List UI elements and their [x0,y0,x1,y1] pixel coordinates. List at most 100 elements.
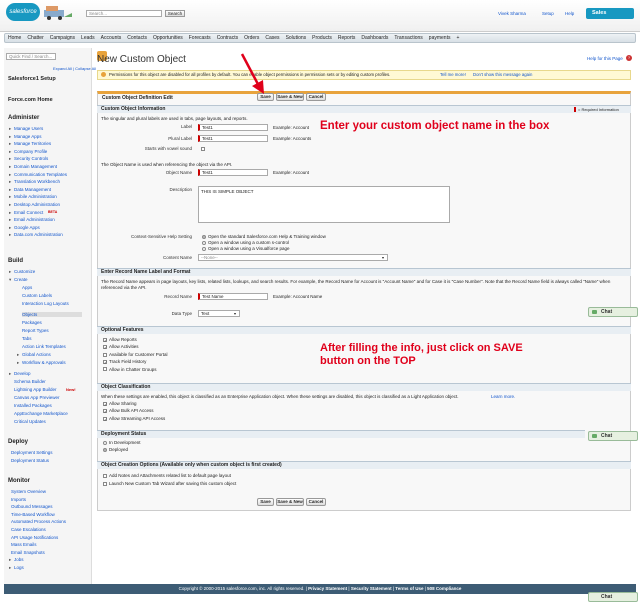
footer-link-security[interactable]: Security Statement [351,586,392,591]
sidebar-item-build-3[interactable]: Custom Labels [22,293,52,298]
optional-feature-4[interactable]: Allow in Chatter Groups [103,367,157,372]
help-option-visualforce[interactable]: Open a window using a Visualforce page [202,246,289,251]
tab-forecasts[interactable]: Forecasts [189,34,211,42]
optional-feature-1[interactable]: ✓ Allow Activities [103,344,139,350]
tab-contracts[interactable]: Contracts [217,34,238,42]
help-for-page-link[interactable]: Help for this Page [587,56,623,61]
sidebar-item-monitor_items-5[interactable]: Case Escalations [11,527,46,532]
description-textarea[interactable]: THIS IS SIMPLE OBJECT [198,186,450,223]
save-new-button-top[interactable]: Save & New [276,93,304,101]
classification-option-0[interactable]: ✓ Allow Sharing [103,401,137,406]
sidebar-item-deploy_items-0[interactable]: Deployment Settings [11,450,53,455]
checkbox[interactable]: ✓ [103,360,107,365]
content-name-select[interactable]: --None-- [198,254,388,261]
user-menu[interactable]: Vivek Sharma [498,11,526,16]
sidebar-item-build-15[interactable]: Canvas App Previewer [14,395,60,400]
tab-solutions[interactable]: Solutions [286,34,307,42]
global-search-input[interactable]: Search... [86,10,162,17]
classification-option-1[interactable]: ✓ Allow Bulk API Access [103,408,154,414]
help-option-scontrol[interactable]: Open a window using a custom s-control [202,240,289,245]
checkbox[interactable] [103,367,107,372]
sidebar-item-monitor_items-10[interactable]: ▸ Logs [9,565,24,570]
global-search-button[interactable]: Search [165,10,185,17]
sidebar-item-administer_items-8[interactable]: ▸ Data Management [9,187,51,192]
tab-home[interactable]: Home [8,34,21,42]
optional-feature-2[interactable]: Available for Customer Portal [103,352,167,357]
tab-leads[interactable]: Leads [81,34,95,42]
setup-link[interactable]: Setup [542,11,554,16]
sidebar-item-build-18[interactable]: Critical Updates [14,419,46,424]
salesforce1-setup-title[interactable]: Salesforce1 Setup [8,76,56,82]
checkbox[interactable] [103,352,107,357]
tab-accounts[interactable]: Accounts [101,34,122,42]
sidebar-item-administer_items-9[interactable]: ▸ Mobile Administration [9,194,57,199]
sidebar-item-monitor_items-2[interactable]: Outbound Messages [11,504,53,509]
sidebar-item-build-14[interactable]: Lightning App Builder [14,387,57,392]
sidebar-item-administer_items-10[interactable]: ▸ Desktop Administration [9,202,60,207]
learn-more-link[interactable]: Learn more. [491,394,515,399]
sidebar-item-administer_items-7[interactable]: ▸ Translation Workbench [9,179,60,184]
sidebar-item-monitor_items-4[interactable]: Automated Process Actions [11,519,66,524]
sidebar-item-monitor_items-7[interactable]: Mass Emails [11,542,37,547]
sidebar-item-administer_items-13[interactable]: ▸ Google Apps [9,225,40,230]
tab-products[interactable]: Products [312,34,332,42]
sidebar-item-administer_items-2[interactable]: ▸ Manage Territories [9,141,51,146]
sidebar-item-administer_items-5[interactable]: ▸ Domain Management [9,164,57,169]
sidebar-item-monitor_items-9[interactable]: ▸ Jobs [9,557,24,562]
checkbox[interactable]: ✓ [103,409,107,414]
sidebar-item-monitor_items-8[interactable]: Email Snapshots [11,550,45,555]
tab-reports[interactable]: Reports [338,34,356,42]
creation-option-notes[interactable]: Add Notes and Attachments related list t… [103,473,231,478]
footer-link-508[interactable]: 508 Compliance [427,586,461,591]
sidebar-item-administer_items-3[interactable]: ▸ Company Profile [9,149,47,154]
app-menu[interactable]: Sales [586,8,634,19]
deploy-option-deployed[interactable]: Deployed [103,447,128,452]
sidebar-item-build-2[interactable]: Apps [22,285,32,290]
sidebar-item-deploy_items-1[interactable]: Deployment Status [11,458,49,463]
tell-me-more-link[interactable]: Tell me more! [440,72,466,77]
sidebar-item-monitor_items-3[interactable]: Time-Based Workflow [11,512,55,517]
help-option-standard[interactable]: Open the standard Salesforce.com Help & … [202,234,326,239]
checkbox[interactable]: ✓ [103,416,107,421]
cancel-button-top[interactable]: Cancel [306,93,326,101]
tab-opportunities[interactable]: Opportunities [153,34,183,42]
sidebar-item-build-12[interactable]: ▸ Develop [9,371,31,376]
expand-collapse-links[interactable]: Expand All | Collapse All [53,66,96,71]
footer-link-privacy[interactable]: Privacy Statement [308,586,347,591]
sidebar-item-build-16[interactable]: Installed Packages [14,403,52,408]
sidebar-item-build-10[interactable]: ▸ Global Actions [17,352,51,357]
plural-label-input[interactable]: Test1 [198,135,268,142]
deploy-option-development[interactable]: In Development [103,440,141,445]
sidebar-item-administer_items-0[interactable]: ▸ Manage Users [9,126,43,131]
sidebar-item-monitor_items-6[interactable]: API Usage Notifications [11,535,58,540]
save-button-bottom[interactable]: Save [257,498,274,506]
sidebar-item-monitor_items-0[interactable]: System Overview [11,489,46,494]
forcecom-home-title[interactable]: Force.com Home [8,97,53,103]
object-name-input[interactable]: Test1 [198,169,268,176]
sidebar-item-administer_items-12[interactable]: ▸ Email Administration [9,217,55,222]
help-link[interactable]: Help [565,11,574,16]
sidebar-item-build-13[interactable]: Schema Builder [14,379,46,384]
sidebar-item-administer_items-4[interactable]: ▸ Security Controls [9,156,48,161]
sidebar-item-administer_items-14[interactable]: ▸ Data.com Administration [9,232,63,237]
sidebar-item-build-9[interactable]: Action Link Templates [22,344,66,349]
sidebar-item-build-6[interactable]: Packages [22,320,42,325]
tab-orders[interactable]: Orders [244,34,259,42]
chat-widget-3[interactable]: Chat [588,592,638,602]
sidebar-item-monitor_items-1[interactable]: Imports [11,497,26,502]
save-new-button-bottom[interactable]: Save & New [276,498,304,506]
sidebar-item-build-4[interactable]: Interaction Log Layouts [22,301,69,306]
checkbox[interactable]: ✓ [103,345,107,350]
tab-payments[interactable]: payments [429,34,451,42]
tab-cases[interactable]: Cases [265,34,279,42]
sidebar-item-build-7[interactable]: Report Types [22,328,49,333]
sidebar-item-administer_items-11[interactable]: ▸ Email Connect [9,210,43,215]
optional-feature-0[interactable]: ✓ Allow Reports [103,337,137,342]
checkbox[interactable]: ✓ [103,337,107,342]
tab-campaigns[interactable]: Campaigns [50,34,75,42]
sidebar-item-build-0[interactable]: ▸ Customize [9,269,35,274]
salesforce-logo[interactable]: salesforce [6,3,40,21]
checkbox[interactable]: ✓ [103,401,107,406]
sidebar-item-administer_items-1[interactable]: ▸ Manage Apps [9,134,42,139]
sidebar-item-build-8[interactable]: Tabs [22,336,32,341]
